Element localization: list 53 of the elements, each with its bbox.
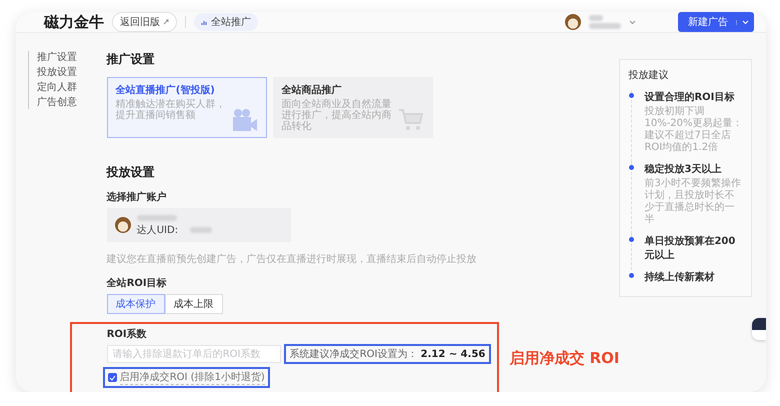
goal-toggle[interactable]: 成本保护 [106, 294, 165, 314]
tip-title: 稳定投放3天以上 [644, 162, 722, 176]
promotion-option[interactable]: 全站商品推广 面向全站商业及自然流量进行推广，提高全站内商品转化 [272, 77, 433, 138]
nav-item[interactable]: 投放设置 [37, 66, 107, 79]
tip-detail: 投放初期下调10%-20%更易起量：建议不超过7日全店ROI均值的1.2倍 [644, 106, 743, 154]
nav-item[interactable]: 广告创意 [37, 96, 107, 109]
notice-text: 建议您在直播前预先创建广告，广告仅在直播进行时展现，直播结束后自动停止投放 [106, 252, 478, 266]
logo: 磁力金牛 [44, 12, 104, 32]
net-roi-checkbox[interactable]: 启用净成交ROI (排除1小时退货) [102, 367, 270, 388]
caret-icon [629, 20, 636, 24]
nav-item[interactable]: 推广设置 [37, 51, 107, 64]
tip-detail: 前3小时不要频繁操作计划，且投放时长不少于直播总时长的一半 [644, 178, 742, 226]
tip-title: 单日投放预算在200元以上 [644, 234, 736, 262]
option-title: 全站直播推广(智投版) [116, 83, 216, 97]
chart-icon [201, 18, 208, 26]
checkbox[interactable] [108, 373, 117, 382]
blurred-name [136, 215, 177, 221]
goal-toggle[interactable]: 成本上限 [164, 294, 223, 314]
blurred-account [589, 23, 621, 29]
suggestion-text: 系统建议净成交ROI设置为： 2.12 ~ 4.56 [284, 344, 492, 364]
panel-title: 投放建议 [628, 68, 670, 82]
section-title: 推广设置 [106, 51, 156, 68]
bullet-icon [629, 273, 634, 278]
option-description: 面向全站商业及自然流量进行推广，提高全站内商品转化 [282, 99, 393, 132]
bullet-icon [629, 237, 634, 242]
checkbox-label: 启用净成交ROI (排除1小时退货) [120, 370, 265, 385]
check-icon [108, 374, 116, 380]
avatar[interactable] [565, 14, 581, 30]
nav-item[interactable]: 定向人群 [37, 81, 107, 94]
account-card[interactable]: 达人UID: [106, 208, 291, 242]
avatar [114, 217, 131, 233]
roi-input[interactable]: 请输入排除退款订单后的ROI系数 [106, 345, 281, 363]
video-camera-icon [232, 108, 258, 132]
promotion-option[interactable]: 全站直播推广(智投版) 精准触达潜在购买人群，提升直播间销售额 [106, 77, 267, 138]
field-label: 选择推广账户 [106, 190, 168, 204]
tip-title: 持续上传新素材 [644, 270, 716, 284]
caret-icon [742, 20, 749, 24]
blurred-uid [190, 227, 212, 233]
section-title: 投放设置 [106, 164, 156, 181]
annotation-text: 启用净成交 ROI [509, 348, 620, 368]
tip-title: 设置合理的ROI目标 [644, 90, 736, 104]
create-ad-button[interactable]: 新建广告 [678, 12, 754, 32]
option-title: 全站商品推广 [282, 83, 343, 97]
blurred-name [589, 15, 603, 21]
uid-label: 达人UID: [136, 224, 178, 237]
field-label: 全站ROI目标 [106, 276, 168, 290]
back-button[interactable]: 返回旧版 [112, 12, 177, 32]
cart-icon [398, 108, 424, 132]
field-label: ROI系数 [106, 328, 148, 341]
bullet-icon [629, 93, 634, 98]
bullet-icon [629, 165, 634, 170]
promotion-tab[interactable]: 全站推广 [194, 13, 258, 31]
option-description: 精准触达潜在购买人群，提升直播间销售额 [116, 99, 227, 121]
